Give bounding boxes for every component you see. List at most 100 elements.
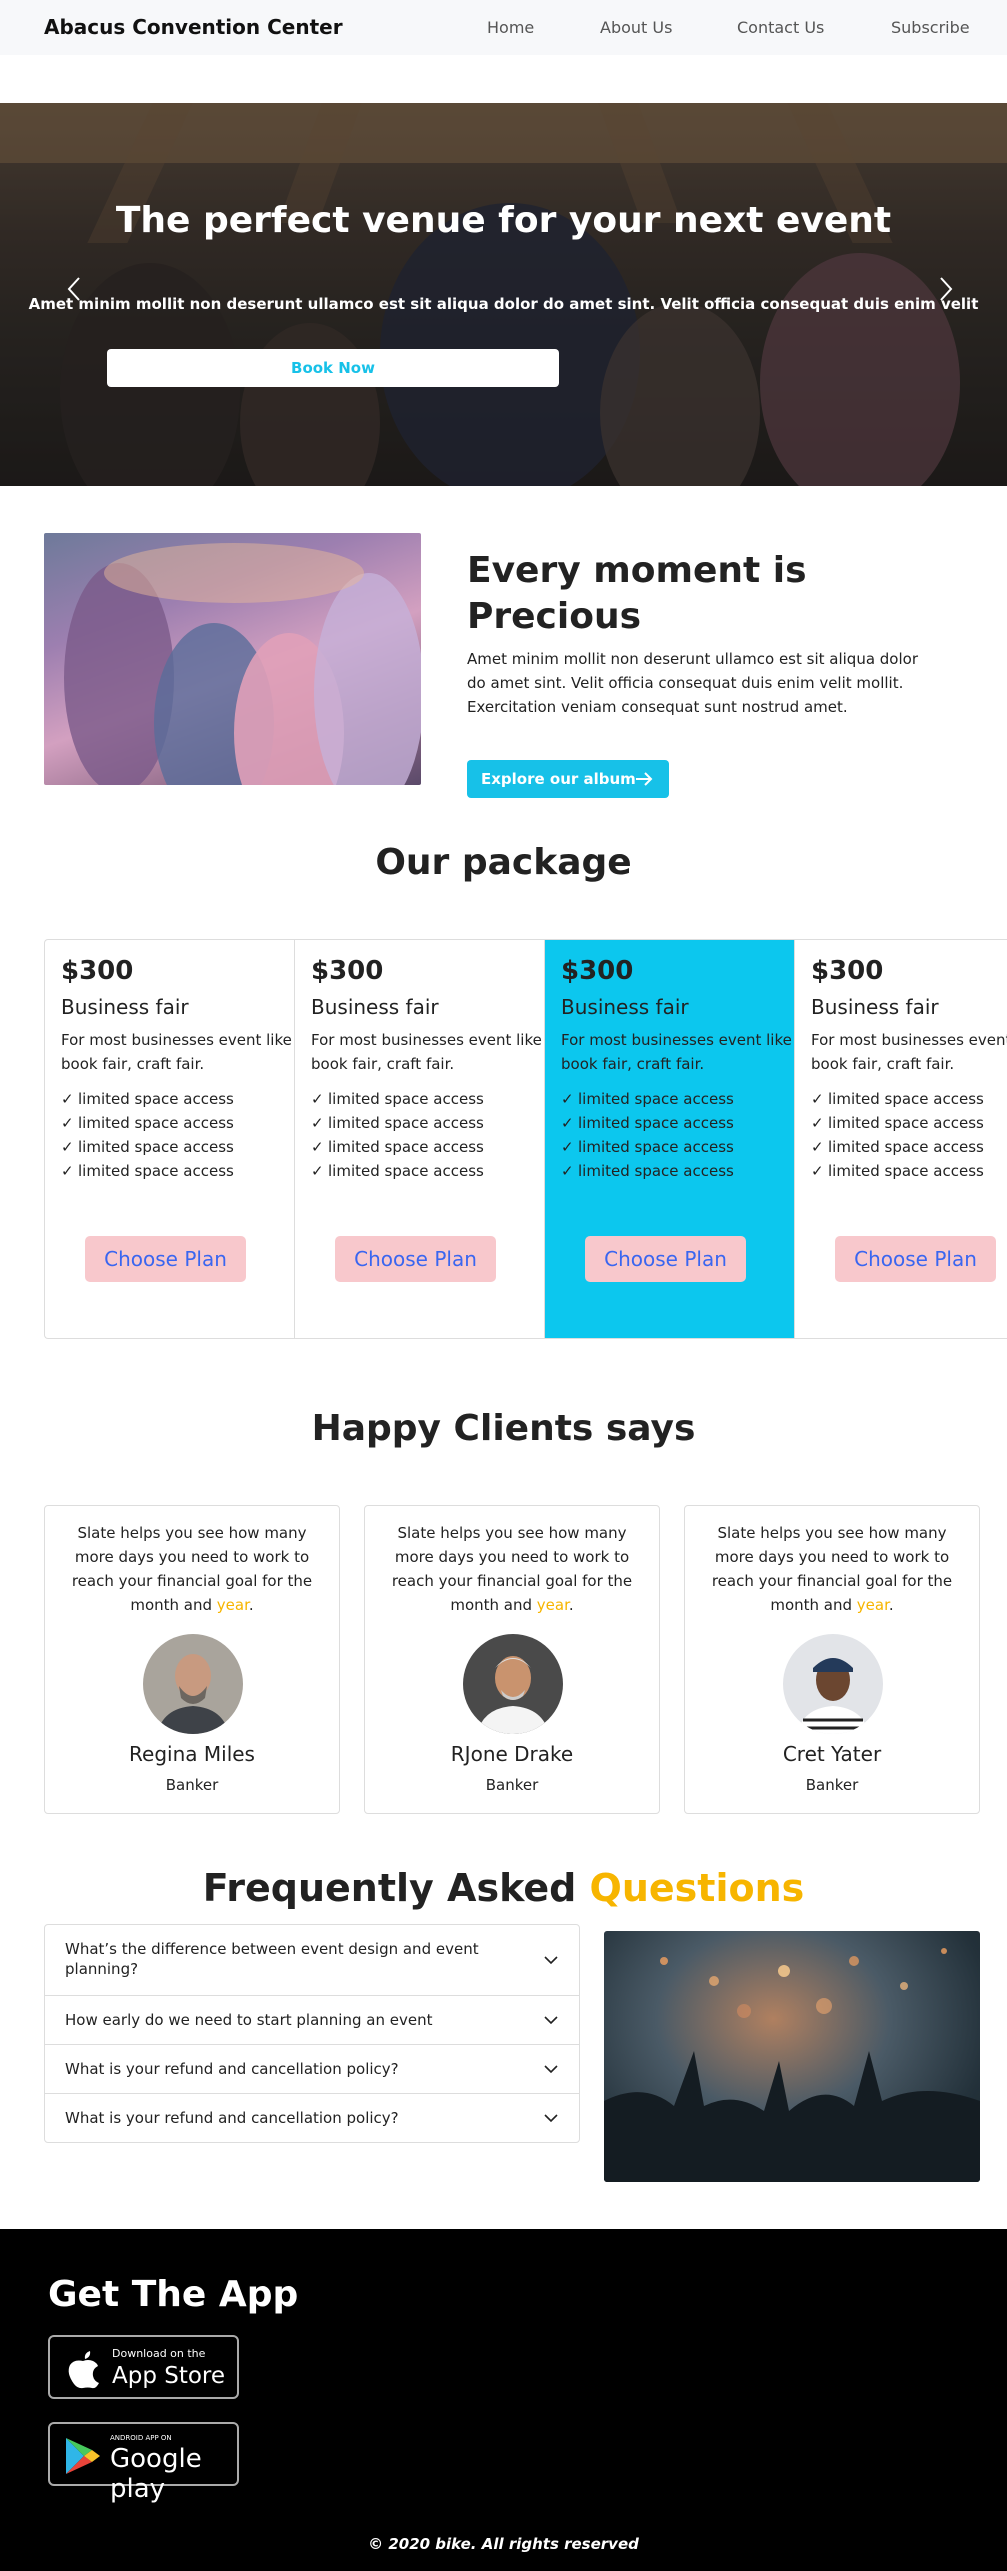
testimonial-card: Slate helps you see how many more days y… <box>684 1505 980 1814</box>
package-feature: ✓ limited space access <box>561 1090 734 1108</box>
footer: Get The App Download on the App Store AN… <box>0 2229 1007 2571</box>
package-feature: ✓ limited space access <box>61 1138 234 1156</box>
testimonial-quote: Slate helps you see how many more days y… <box>71 1524 313 1614</box>
package-feature: ✓ limited space access <box>811 1138 984 1156</box>
nav-link-contact-us[interactable]: Contact Us <box>737 18 824 37</box>
package-feature: ✓ limited space access <box>61 1114 234 1132</box>
package-feature: ✓ limited space access <box>561 1138 734 1156</box>
check-icon: ✓ <box>811 1114 824 1132</box>
faq-item[interactable]: How early do we need to start planning a… <box>45 1996 579 2045</box>
faq-question: What is your refund and cancellation pol… <box>65 2060 399 2078</box>
package-price: $300 <box>311 956 384 986</box>
faq-item[interactable]: What’s the difference between event desi… <box>45 1925 579 1996</box>
faq-title: Frequently Asked Questions <box>202 1866 805 1910</box>
check-icon: ✓ <box>561 1114 574 1132</box>
about-photo <box>44 533 421 785</box>
nav-link-subscribe[interactable]: Subscribe <box>891 18 970 37</box>
client-role: Banker <box>485 1776 539 1794</box>
chevron-left-icon[interactable] <box>66 276 82 309</box>
copyright-text: © 2020 bike. All rights reserved <box>368 2535 639 2553</box>
testimonial-quote: Slate helps you see how many more days y… <box>391 1524 633 1614</box>
faq-question: What is your refund and cancellation pol… <box>65 2109 399 2127</box>
package-price: $300 <box>561 956 634 986</box>
check-icon: ✓ <box>561 1090 574 1108</box>
avatar <box>143 1634 243 1734</box>
explore-album-button[interactable]: Explore our album <box>467 760 669 798</box>
hero-subtitle: Amet minim mollit non deserunt ullamco e… <box>28 295 979 313</box>
package-name: Business fair <box>61 995 189 1019</box>
about-title: Every moment is Precious <box>467 550 807 637</box>
choose-plan-button[interactable]: Choose Plan <box>85 1236 246 1282</box>
package-feature: ✓ limited space access <box>811 1090 984 1108</box>
faq-item[interactable]: What is your refund and cancellation pol… <box>45 2094 579 2142</box>
google-play-icon <box>62 2436 102 2480</box>
check-icon: ✓ <box>561 1162 574 1180</box>
hero-carousel: The perfect venue for your next event Am… <box>0 103 1007 486</box>
check-icon: ✓ <box>61 1138 74 1156</box>
concert-crowd-photo <box>604 1931 980 2182</box>
faq-question: What’s the difference between event desi… <box>65 1940 479 1978</box>
clients-title: Happy Clients says <box>311 1408 696 1449</box>
faq-question: How early do we need to start planning a… <box>65 2011 433 2029</box>
check-icon: ✓ <box>311 1138 324 1156</box>
check-icon: ✓ <box>311 1090 324 1108</box>
check-icon: ✓ <box>811 1162 824 1180</box>
client-name: Cret Yater <box>782 1742 882 1766</box>
explore-album-label: Explore our album <box>481 770 636 788</box>
chevron-down-icon <box>543 2012 559 2028</box>
package-name: Business fair <box>811 995 939 1019</box>
testimonial-card: Slate helps you see how many more days y… <box>44 1505 340 1814</box>
package-feature: ✓ limited space access <box>61 1162 234 1180</box>
brand-logo[interactable]: Abacus Convention Center <box>44 15 343 39</box>
check-icon: ✓ <box>61 1090 74 1108</box>
package-feature: ✓ limited space access <box>311 1114 484 1132</box>
client-role: Banker <box>805 1776 859 1794</box>
chevron-down-icon <box>543 2061 559 2077</box>
google-play-label: Google play <box>110 2444 202 2504</box>
google-play-button[interactable]: ANDROID APP ON Google play <box>48 2422 239 2504</box>
package-feature: ✓ limited space access <box>311 1162 484 1180</box>
faq-item[interactable]: What is your refund and cancellation pol… <box>45 2045 579 2094</box>
package-feature: ✓ limited space access <box>311 1138 484 1156</box>
google-play-caption: ANDROID APP ON <box>110 2434 172 2442</box>
check-icon: ✓ <box>811 1090 824 1108</box>
chevron-down-icon <box>543 1952 559 1968</box>
package-feature: ✓ limited space access <box>311 1090 484 1108</box>
nav-link-about-us[interactable]: About Us <box>600 18 672 37</box>
client-role: Banker <box>165 1776 219 1794</box>
package-feature: ✓ limited space access <box>561 1162 734 1180</box>
package-card: $300 Business fair For most businesses e… <box>295 940 545 1338</box>
package-description: For most businesses event like book fair… <box>561 1031 792 1073</box>
avatar <box>463 1634 563 1734</box>
client-name: Regina Miles <box>129 1742 255 1766</box>
package-card-featured: $300 Business fair For most businesses e… <box>545 940 795 1338</box>
app-store-button[interactable]: Download on the App Store <box>48 2335 239 2399</box>
book-now-button[interactable]: Book Now <box>107 349 559 387</box>
packages-title: Our package <box>375 842 632 883</box>
package-feature: ✓ limited space access <box>561 1114 734 1132</box>
testimonial-quote: Slate helps you see how many more days y… <box>711 1524 953 1614</box>
check-icon: ✓ <box>61 1162 74 1180</box>
get-app-title: Get The App <box>48 2274 299 2315</box>
app-store-caption: Download on the <box>112 2347 206 2360</box>
arrow-right-icon <box>635 760 653 812</box>
hero-title: The perfect venue for your next event <box>115 200 892 241</box>
about-text: Amet minim mollit non deserunt ullamco e… <box>467 650 918 716</box>
faq-accordion: What’s the difference between event desi… <box>44 1924 580 2143</box>
choose-plan-button[interactable]: Choose Plan <box>335 1236 496 1282</box>
package-name: Business fair <box>311 995 439 1019</box>
packages-row: $300 Business fair For most businesses e… <box>44 939 1007 1339</box>
choose-plan-button[interactable]: Choose Plan <box>835 1236 996 1282</box>
check-icon: ✓ <box>311 1162 324 1180</box>
package-feature: ✓ limited space access <box>811 1114 984 1132</box>
choose-plan-button[interactable]: Choose Plan <box>585 1236 746 1282</box>
package-name: Business fair <box>561 995 689 1019</box>
client-name: RJone Drake <box>450 1742 574 1766</box>
check-icon: ✓ <box>811 1138 824 1156</box>
chevron-right-icon[interactable] <box>938 276 954 309</box>
package-description: For most businesses event like book fair… <box>311 1031 542 1073</box>
package-price: $300 <box>811 956 884 986</box>
check-icon: ✓ <box>61 1114 74 1132</box>
nav-link-home[interactable]: Home <box>487 18 534 37</box>
testimonial-card: Slate helps you see how many more days y… <box>364 1505 660 1814</box>
